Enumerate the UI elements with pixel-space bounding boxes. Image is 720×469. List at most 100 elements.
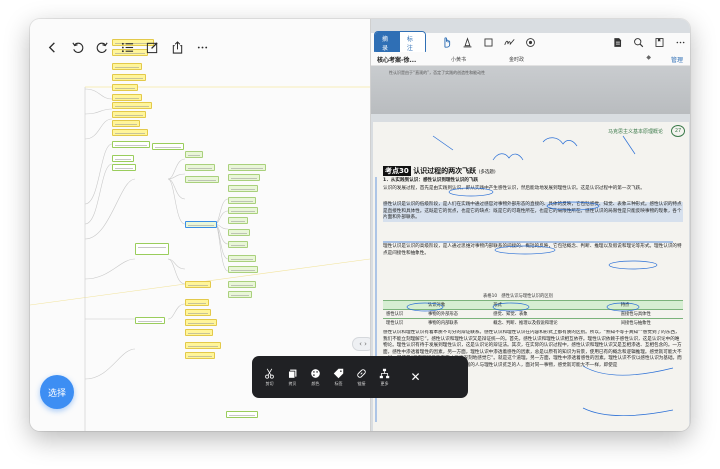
mind-node[interactable] (228, 241, 248, 248)
link-button[interactable]: 链接 (350, 359, 373, 395)
table-cell: 事物的内部联系 (424, 318, 491, 327)
tab-excerpt[interactable]: 摘录 (375, 31, 400, 54)
mind-node[interactable] (135, 317, 165, 324)
previous-page-text: 性认识是由于“直观的”，否定了实践的创造性和能动性 (389, 70, 486, 75)
undo-icon[interactable] (65, 35, 89, 59)
mind-node[interactable] (185, 299, 209, 306)
mind-node[interactable] (112, 74, 146, 81)
mind-node[interactable] (185, 151, 203, 158)
mind-node[interactable] (228, 164, 266, 171)
mind-node[interactable] (185, 281, 211, 288)
stamp-icon[interactable] (520, 33, 541, 52)
tag-icon (333, 368, 344, 378)
scissors-icon (265, 368, 274, 379)
mind-node[interactable] (226, 411, 258, 418)
palette-icon (311, 368, 320, 378)
mind-node[interactable] (135, 243, 169, 255)
chevron-updown-icon[interactable]: ◆ (646, 54, 651, 61)
hierarchy-label: 更多 (380, 380, 389, 386)
table-row: 感性认识 事物的外部形态 感觉、知觉、表象 直接性与具体性 (383, 309, 683, 319)
mind-node[interactable] (112, 111, 146, 118)
mind-node[interactable] (228, 266, 258, 273)
text-line: 1．从实践到认识：感性认识到理性认识的飞跃 (383, 178, 479, 183)
mind-node[interactable] (228, 185, 258, 192)
pen-icon[interactable] (457, 33, 478, 52)
mind-node[interactable] (112, 164, 136, 171)
link-icon (357, 368, 366, 378)
bookmark-icon[interactable] (649, 33, 670, 52)
table-cell: 理性认识 (383, 318, 425, 327)
signature-icon[interactable] (499, 33, 520, 52)
table-caption: 表格10 感性认识与理性认识的区别 (483, 294, 553, 299)
mind-node[interactable] (185, 176, 219, 183)
table-cell: 概念、判断、推理以及假说和理论 (490, 318, 618, 327)
document-icon[interactable] (607, 33, 628, 52)
hierarchy-button[interactable]: 更多 (373, 359, 396, 395)
color-label: 颜色 (311, 380, 320, 386)
mind-node[interactable] (228, 229, 250, 236)
comparison-table: 认识对象 形式 特点 感性认识 事物的外部形态 感觉、知觉、表象 直接性与具体性… (383, 300, 683, 327)
more-icon[interactable] (190, 35, 214, 59)
mind-node[interactable] (185, 342, 221, 349)
mind-node[interactable] (185, 319, 217, 326)
document-tab-2[interactable]: 金时政 (509, 56, 524, 63)
table-cell: 间接性与抽象性 (617, 318, 683, 327)
page-header: 马克思主义基本原理概论 (607, 129, 663, 135)
mind-node[interactable] (112, 120, 140, 127)
manage-button[interactable]: 管理 (671, 55, 683, 64)
mind-map-toolbar (40, 34, 215, 60)
mind-node[interactable] (112, 84, 138, 91)
pdf-toolbar: 摘录 标注 (371, 30, 690, 55)
previous-page-fragment: 性认识是由于“直观的”，否定了实践的创造性和能动性 (371, 66, 690, 114)
copy-icon (288, 369, 297, 379)
table-cell: 事物的外部形态 (424, 309, 491, 319)
document-bar: 核心考案-徐... 小黄书 金时政 ◆ 管理 (371, 52, 690, 66)
mind-node[interactable] (185, 352, 215, 359)
mind-node[interactable] (228, 255, 256, 262)
mind-node[interactable] (185, 164, 215, 171)
color-button[interactable]: 颜色 (304, 359, 327, 395)
cut-button[interactable]: 剪切 (258, 359, 281, 395)
table-header-cell: 形式 (490, 300, 618, 310)
tag-label: 标签 (334, 380, 343, 386)
mind-node[interactable] (152, 143, 184, 150)
kp-title-text: 认识过程的两次飞跃 (413, 167, 477, 175)
document-title[interactable]: 核心考案-徐... (377, 55, 416, 64)
mind-node[interactable] (112, 63, 142, 70)
knowledge-point-title: 考点30 认识过程的两次飞跃 (多选题) (383, 166, 496, 176)
mind-node[interactable] (185, 309, 211, 316)
edit-icon[interactable] (140, 35, 164, 59)
mind-node[interactable] (228, 217, 248, 224)
select-button[interactable]: 选择 (40, 375, 74, 409)
rect-select-icon[interactable] (478, 33, 499, 52)
share-icon[interactable] (165, 35, 189, 59)
mind-node-selected[interactable] (185, 221, 217, 228)
outline-icon[interactable] (115, 35, 139, 59)
app-window: 选择 ‹ › 摘录 标注 核心考案-徐... 小黄书 金时政 ◆ 管理 性认识是… (30, 19, 690, 431)
text-paragraph: 认识的发展过程，首先是由实践到认识，即从实践中产生感性认识，然后能动地发展到理性… (383, 186, 645, 191)
mind-node[interactable] (228, 174, 260, 181)
mind-node[interactable] (112, 102, 152, 109)
mind-node[interactable] (112, 129, 148, 136)
cut-label: 剪切 (265, 380, 274, 386)
mind-node[interactable] (228, 197, 256, 204)
search-icon[interactable] (628, 33, 649, 52)
mind-node[interactable] (112, 155, 134, 162)
back-icon[interactable] (40, 35, 64, 59)
selection-toolbar: 剪切 拷贝 颜色 标签 链接 更多 ✕ (252, 356, 468, 398)
mind-node[interactable] (228, 281, 256, 288)
copy-button[interactable]: 拷贝 (281, 359, 304, 395)
tag-button[interactable]: 标签 (327, 359, 350, 395)
close-toolbar-button[interactable]: ✕ (404, 359, 427, 395)
mind-node[interactable] (112, 94, 142, 101)
hand-icon[interactable] (436, 33, 457, 52)
tab-annotate[interactable]: 标注 (399, 31, 425, 54)
redo-icon[interactable] (90, 35, 114, 59)
mind-node[interactable] (228, 291, 252, 298)
more-icon[interactable] (670, 33, 690, 52)
document-tab-1[interactable]: 小黄书 (451, 56, 466, 63)
table-header-row: 认识对象 形式 特点 (383, 300, 683, 310)
mind-node[interactable] (112, 141, 150, 148)
mind-node[interactable] (185, 329, 213, 336)
mind-node[interactable] (228, 207, 258, 214)
